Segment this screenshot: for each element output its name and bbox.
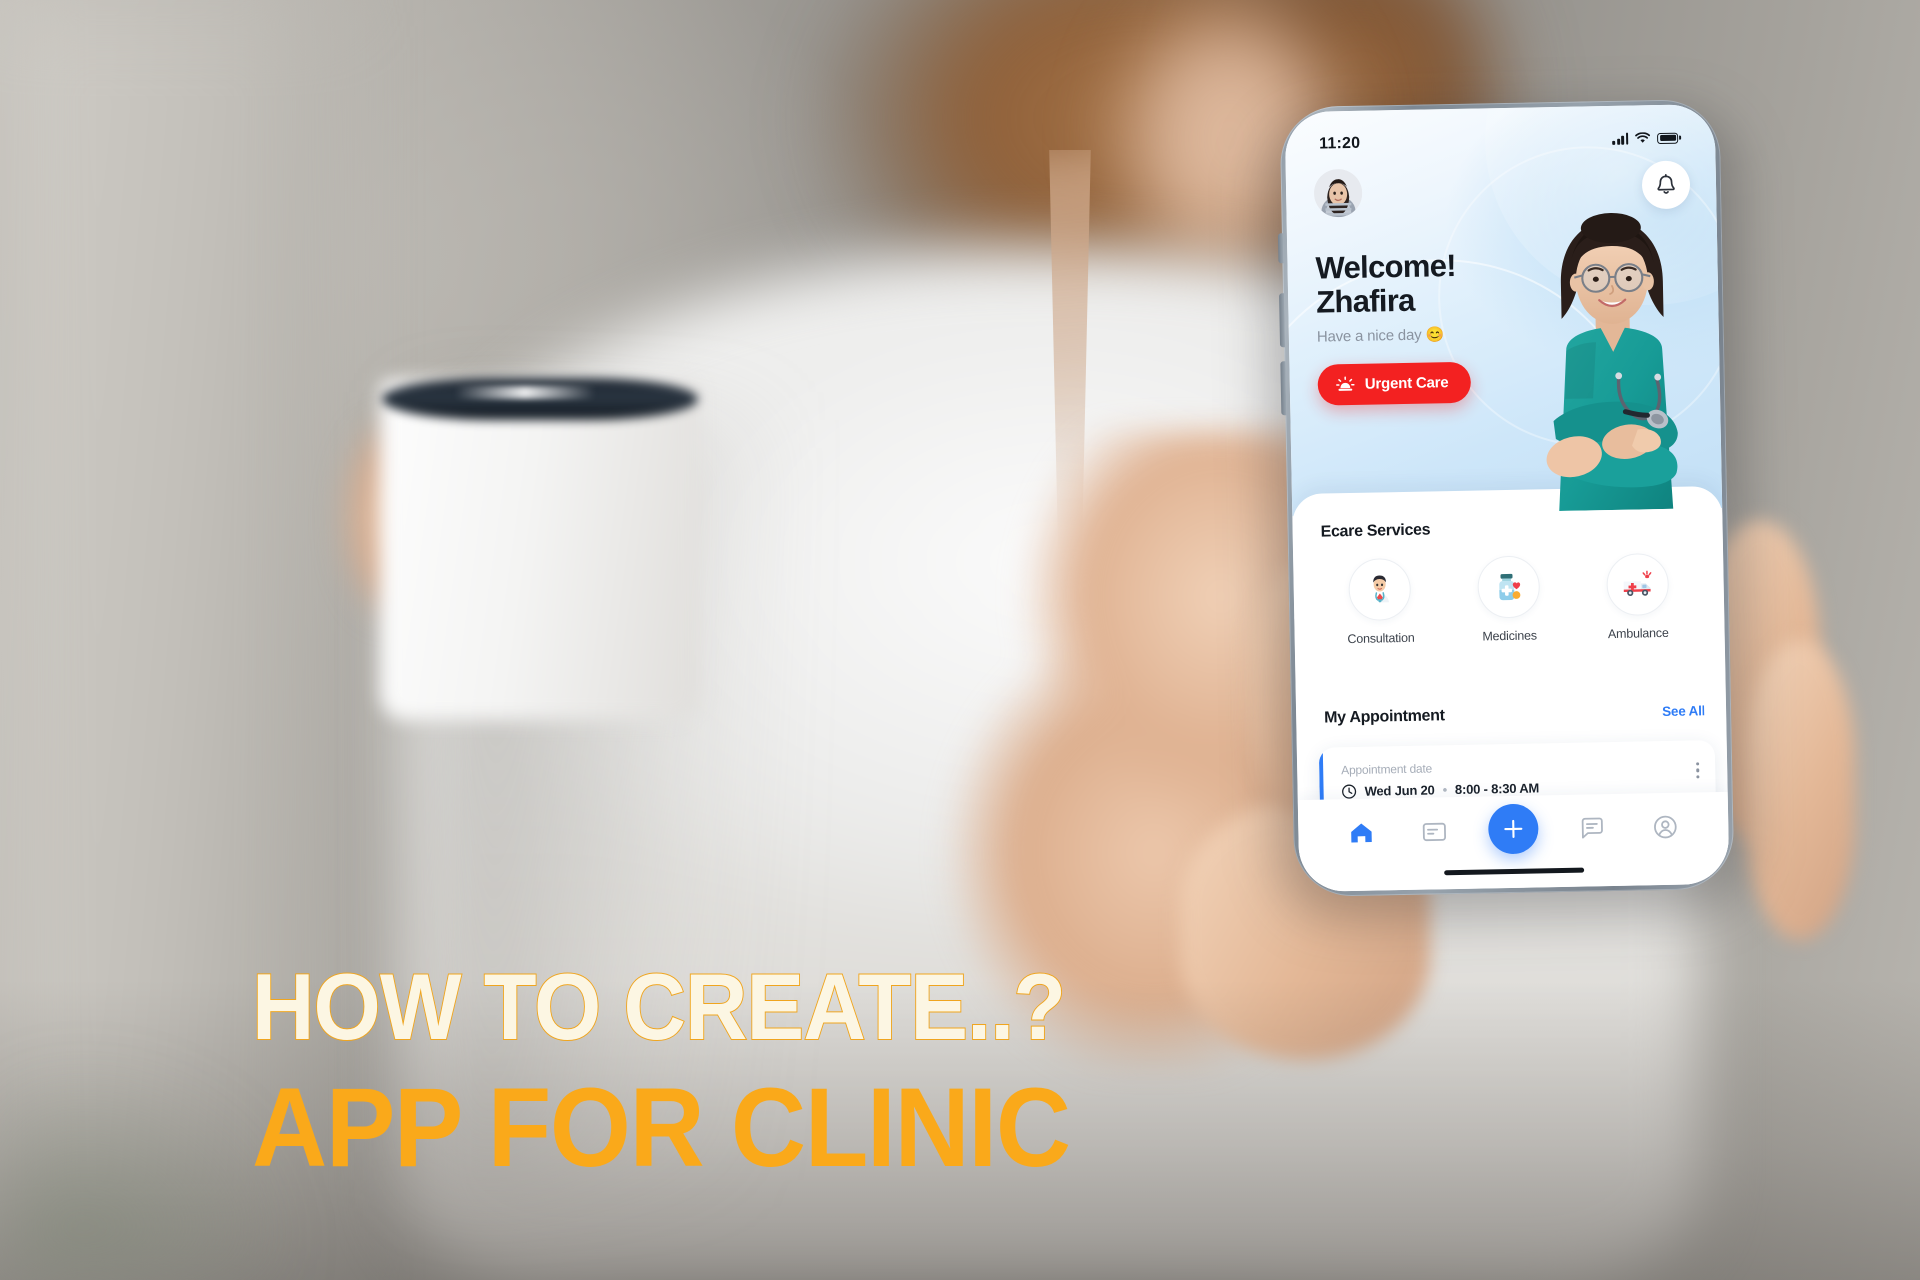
urgent-care-label: Urgent Care [1364,374,1449,393]
phone-mute-switch [1277,233,1284,264]
nav-item-profile[interactable] [1645,809,1686,846]
phone-volume-up-button [1279,293,1286,348]
medicine-bottle-icon [1499,573,1521,601]
nav-item-add[interactable] [1487,803,1539,855]
services-title: Ecare Services [1320,521,1431,541]
nav-item-home[interactable] [1341,814,1382,851]
app-header: 11:20 Welcome! Zhafira Have a nice day 😊… [1284,103,1730,684]
appointments-header: My Appointment See All [1324,702,1704,727]
poster-subheadline: APP FOR CLINIC [252,1065,1071,1190]
nav-item-records[interactable] [1414,813,1455,850]
welcome-line-1: Welcome! [1315,247,1457,286]
service-icon-wrap [1477,555,1541,619]
plus-icon [1504,819,1523,838]
cellular-signal-icon [1612,132,1629,145]
welcome-block: Welcome! Zhafira Have a nice day 😊 [1315,247,1457,346]
background-mug-rim [382,378,698,420]
phone-mockup: 11:20 Welcome! Zhafira Have a nice day 😊… [1263,98,1751,920]
background-mug [380,380,700,720]
status-icons [1612,132,1682,145]
service-label: Consultation [1347,630,1415,647]
appointment-time-value: 8:00 - 8:30 AM [1454,780,1540,798]
battery-icon [1657,132,1682,144]
service-label: Medicines [1482,628,1537,644]
service-item-ambulance[interactable]: Ambulance [1583,552,1693,641]
appointments-title: My Appointment [1324,707,1445,727]
nurse-hero-image [1546,212,1678,511]
clock-icon [1342,784,1357,799]
chat-icon [1581,817,1603,839]
welcome-subtitle: Have a nice day 😊 [1316,326,1445,346]
service-icon-wrap [1348,557,1412,622]
status-time: 11:20 [1319,134,1361,153]
appointment-date-label: Appointment date [1341,761,1433,778]
person-icon [1654,815,1677,839]
nav-item-messages[interactable] [1572,810,1613,847]
services-row: Consultation Medicines Ambulance [1315,552,1703,646]
see-all-link[interactable]: See All [1662,703,1704,719]
phone-volume-down-button [1280,361,1287,416]
bell-icon [1657,174,1675,194]
background-mug-highlight [455,386,595,399]
kebab-menu-icon[interactable] [1695,762,1700,779]
appointment-separator: • [1442,782,1448,798]
doctor-icon [1371,575,1390,603]
document-icon [1423,822,1447,841]
phone-screen: 11:20 Welcome! Zhafira Have a nice day 😊… [1284,103,1730,893]
bottom-navigation [1297,791,1730,893]
poster-headline: HOW TO CREATE..? [251,954,1067,1059]
siren-icon [1336,376,1355,391]
welcome-line-2: Zhafira [1315,282,1415,320]
home-icon [1350,823,1372,843]
appointment-date-value: Wed Jun 20 [1364,782,1435,799]
background-finger-2 [1745,640,1855,940]
service-item-consultation[interactable]: Consultation [1325,557,1435,646]
service-icon-wrap [1605,552,1669,617]
wifi-icon [1635,132,1651,143]
service-item-medicines[interactable]: Medicines [1454,555,1564,644]
service-label: Ambulance [1607,625,1669,642]
content-sheet: Ecare Services Consultation Medicines Am… [1291,485,1730,893]
urgent-care-button[interactable]: Urgent Care [1317,361,1471,406]
avatar[interactable] [1313,168,1363,218]
ambulance-icon [1623,570,1652,597]
